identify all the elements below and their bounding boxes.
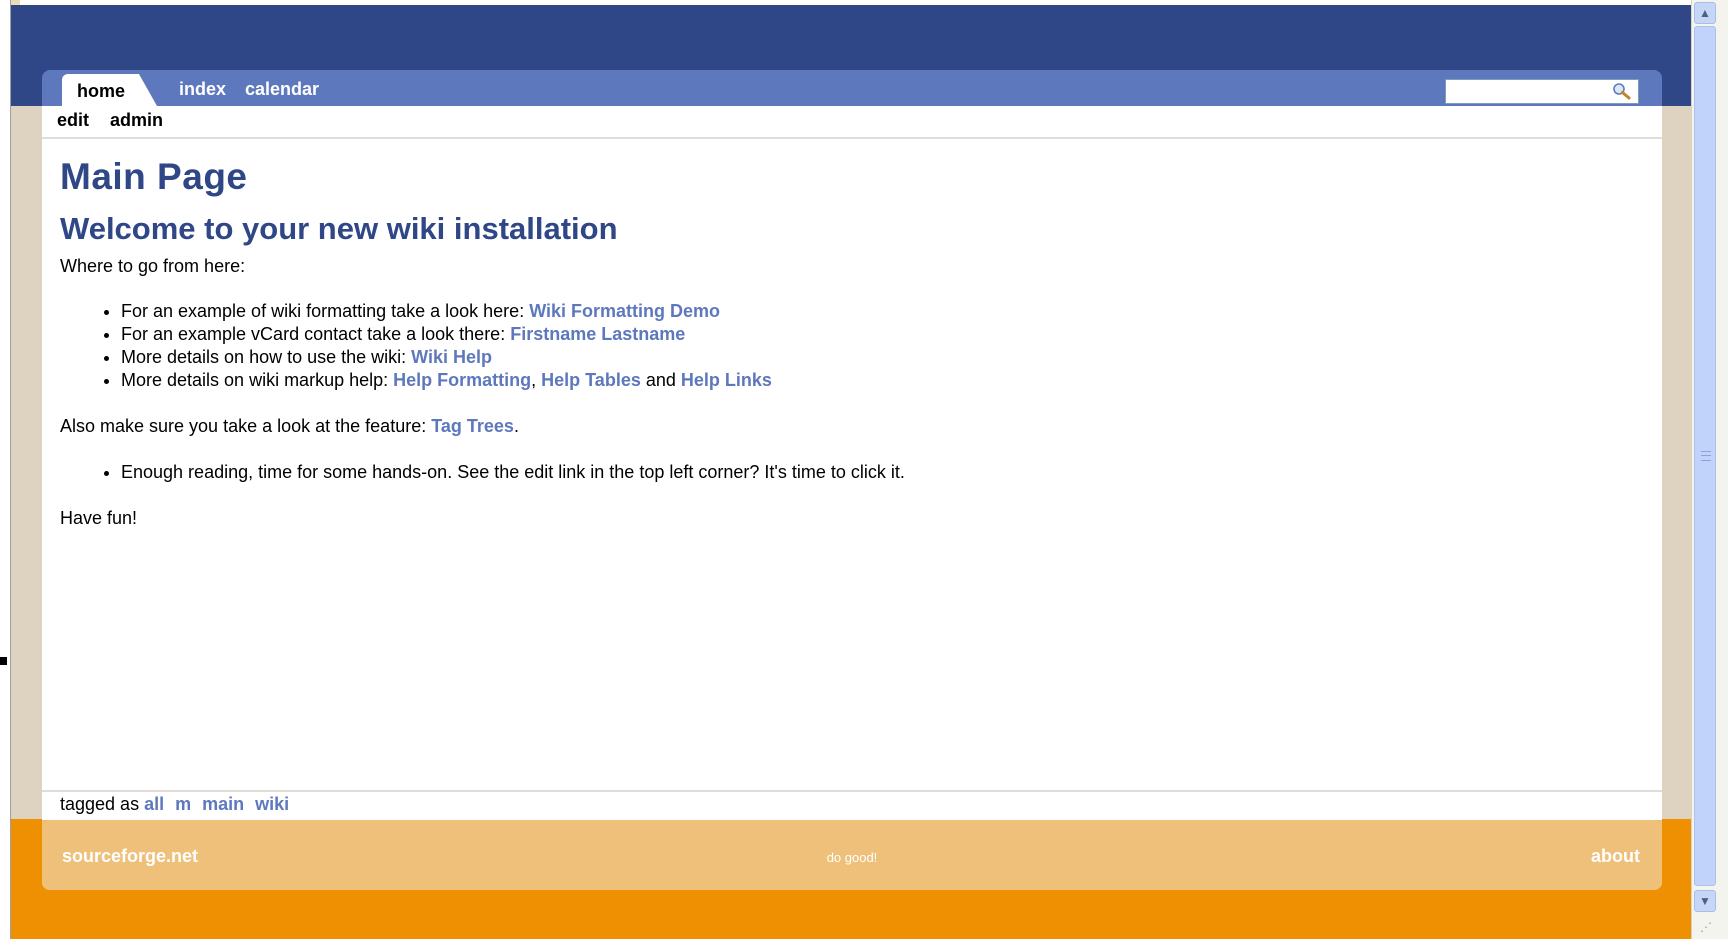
tab-bar: home index calendar bbox=[42, 70, 1662, 106]
list-item-text: For an example of wiki formatting take a… bbox=[121, 301, 530, 321]
page-heading: Welcome to your new wiki installation bbox=[60, 211, 618, 246]
chevron-down-icon: ▼ bbox=[1699, 894, 1711, 908]
handson-list: Enough reading, time for some hands-on. … bbox=[121, 461, 1640, 484]
list-item-text: More details on wiki markup help: bbox=[121, 370, 394, 390]
tag-main[interactable]: main bbox=[202, 794, 244, 814]
list-item: More details on wiki markup help: Help F… bbox=[121, 369, 1640, 392]
list-separator: , bbox=[531, 370, 542, 390]
tag-m[interactable]: m bbox=[175, 794, 191, 814]
list-item: For an example of wiki formatting take a… bbox=[121, 300, 1640, 323]
lead-text: Where to go from here: bbox=[60, 256, 246, 276]
help-tables-link[interactable]: Help Tables bbox=[541, 370, 641, 390]
wiki-page: home index calendar edit admin Main Page… bbox=[42, 70, 1662, 890]
article: Main Page Welcome to your new wiki insta… bbox=[60, 156, 1640, 530]
help-formatting-link[interactable]: Help Formatting bbox=[393, 370, 531, 390]
closing-text: Have fun! bbox=[60, 508, 138, 528]
tag-trees-link[interactable]: Tag Trees bbox=[431, 416, 514, 436]
content-panel: edit admin Main Page Welcome to your new… bbox=[42, 106, 1662, 890]
scrollbar-thumb[interactable] bbox=[1694, 26, 1716, 886]
list-item-text: More details on how to use the wiki: bbox=[121, 347, 412, 367]
feature-paragraph: Also make sure you take a look at the fe… bbox=[60, 415, 1640, 438]
tag-all[interactable]: all bbox=[144, 794, 164, 814]
search-button[interactable] bbox=[1610, 82, 1634, 101]
vcard-contact-link[interactable]: Firstname Lastname bbox=[510, 324, 685, 344]
wiki-formatting-demo-link[interactable]: Wiki Formatting Demo bbox=[529, 301, 720, 321]
wiki-help-link[interactable]: Wiki Help bbox=[411, 347, 492, 367]
scroll-up-button[interactable]: ▲ bbox=[1694, 2, 1716, 24]
footer-tagline: do good! bbox=[826, 850, 878, 865]
tag-wiki[interactable]: wiki bbox=[255, 794, 289, 814]
list-item: For an example vCard contact take a look… bbox=[121, 323, 1640, 346]
chevron-up-icon: ▲ bbox=[1699, 6, 1711, 20]
list-item: Enough reading, time for some hands-on. … bbox=[121, 461, 1640, 484]
window-frame-left bbox=[0, 0, 11, 939]
admin-link[interactable]: admin bbox=[110, 110, 163, 130]
edit-link[interactable]: edit bbox=[57, 110, 89, 130]
feature-text: Also make sure you take a look at the fe… bbox=[60, 416, 432, 436]
list-item: More details on how to use the wiki: Wik… bbox=[121, 346, 1640, 369]
list-separator: and bbox=[640, 370, 681, 390]
search-box bbox=[1445, 79, 1639, 104]
footer: sourceforge.net do good! about bbox=[42, 820, 1662, 890]
page-actions: edit admin bbox=[57, 110, 179, 131]
feature-end: . bbox=[513, 416, 519, 436]
search-input[interactable] bbox=[1446, 80, 1596, 103]
tab-home[interactable]: home bbox=[62, 74, 158, 106]
tab-calendar[interactable]: calendar bbox=[245, 79, 319, 100]
divider-top bbox=[42, 137, 1662, 139]
grip-icon bbox=[1701, 451, 1711, 461]
frame-tick-mark bbox=[0, 657, 7, 665]
browser-viewport: home index calendar edit admin Main Page… bbox=[11, 5, 1691, 939]
resize-grip-icon[interactable]: ⋰ bbox=[1700, 920, 1712, 934]
about-link[interactable]: about bbox=[1591, 846, 1640, 867]
tab-index[interactable]: index bbox=[179, 79, 226, 100]
help-links-link[interactable]: Help Links bbox=[681, 370, 772, 390]
scroll-down-button[interactable]: ▼ bbox=[1694, 890, 1716, 912]
list-item-text: For an example vCard contact take a look… bbox=[121, 324, 511, 344]
tag-list: tagged as all m main wiki bbox=[60, 794, 300, 815]
help-list: For an example of wiki formatting take a… bbox=[121, 300, 1640, 392]
divider-bottom bbox=[42, 790, 1662, 792]
page-title: Main Page bbox=[60, 156, 248, 197]
vertical-scrollbar[interactable]: ▲ ▼ bbox=[1691, 0, 1728, 939]
search-icon bbox=[1613, 83, 1631, 100]
tags-label: tagged as bbox=[60, 794, 145, 814]
